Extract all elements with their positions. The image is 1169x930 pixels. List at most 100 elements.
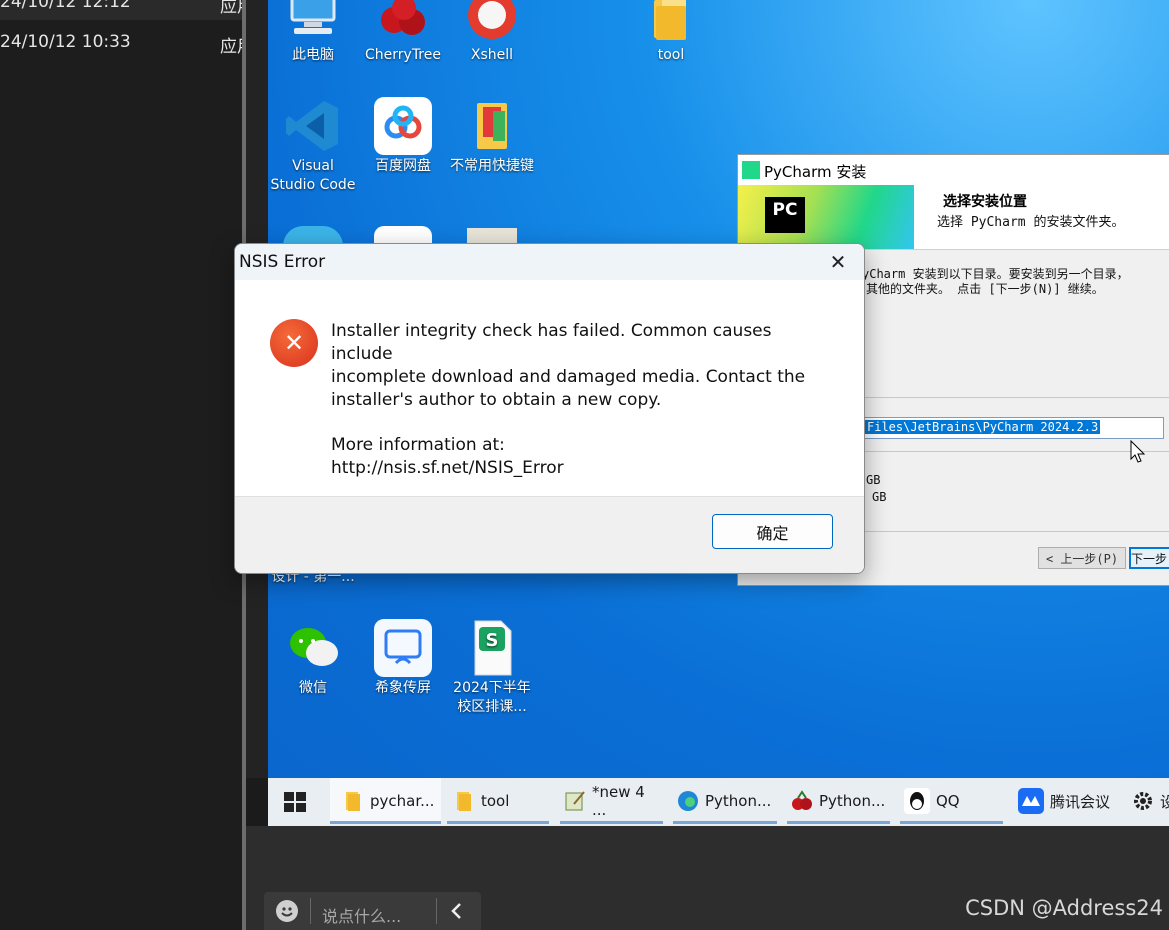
tencent-meeting-icon [1018,788,1044,814]
dialog-title: NSIS Error [239,252,326,272]
xshell-icon [463,0,521,44]
notepad-icon [564,790,586,812]
ok-button[interactable]: 确定 [712,514,833,549]
back-button[interactable]: < 上一步(P) [1038,547,1126,569]
qq-icon [904,788,930,814]
dialog-titlebar[interactable]: NSIS Error ✕ [235,244,864,280]
taskbar-item-label: Python... [705,792,772,810]
mouse-cursor-icon [1130,439,1146,468]
desktop-icon-shortcuts-folder[interactable]: 不常用快捷键 [447,97,537,176]
cherrytree-icon [791,790,813,812]
taskbar-item-label: tool [481,792,510,810]
desktop-icon-vscode[interactable]: Visual Studio Code [268,97,358,195]
desktop-icon-label: 百度网盘 [375,158,431,174]
window-title: PyCharm 安装 [764,163,867,181]
installer-subheading: 选择 PyCharm 的安装文件夹。 [937,215,1125,230]
wechat-icon [284,619,342,677]
list-item[interactable]: 24/10/12 10:33 应用 [0,26,254,60]
installer-heading: 选择安装位置 [943,194,1027,210]
error-message-line: incomplete download and damaged media. C… [331,367,806,387]
running-indicator [330,821,441,824]
running-indicator [560,821,663,824]
error-message: Installer integrity check has failed. Co… [331,320,831,480]
error-message-line: Installer integrity check has failed. Co… [331,321,772,364]
taskbar-item-cherrytree-python[interactable]: Python... [787,778,890,824]
folder-icon [453,790,475,812]
list-item-date: 24/10/12 10:33 [0,32,131,52]
install-path-input[interactable]: Files\JetBrains\PyCharm 2024.2.3 [862,417,1164,439]
running-indicator [900,821,1003,824]
taskbar-item-tencent-meeting[interactable]: 腾讯会议 [1014,778,1117,824]
folder-icon [642,0,700,44]
cherrytree-icon [374,0,432,44]
install-path-value: Files\JetBrains\PyCharm 2024.2.3 [865,420,1101,434]
taskbar-item-label: pychar... [370,792,435,810]
taskbar-item-label: Python... [819,792,886,810]
desktop-icon-schedule-sheet[interactable]: S 2024下半年校区排课... [447,619,537,717]
divider [436,898,437,924]
spreadsheet-icon: S [463,619,521,677]
taskbar-item-settings[interactable]: 设 [1128,778,1169,824]
left-panel [0,0,244,930]
running-indicator [673,821,777,824]
desktop-icon-tool[interactable]: tool [626,0,716,65]
pycharm-icon [742,161,760,179]
taskbar-item-label: 设 [1160,792,1169,811]
taskbar-item-tool-folder[interactable]: tool [447,778,549,824]
emoji-icon[interactable] [276,900,298,922]
comment-input[interactable]: 说点什么... [322,903,401,927]
edge-icon [677,790,699,812]
desktop-icon-baidu-netdisk[interactable]: 百度网盘 [358,97,448,176]
close-icon[interactable]: ✕ [823,248,853,276]
desktop-icon-label: 2024下半年校区排课... [453,680,531,715]
desktop-icon-xshell[interactable]: Xshell [447,0,537,65]
pycharm-logo: PC [765,197,805,233]
desktop-icon-wechat[interactable]: 微信 [268,619,358,698]
desktop-icon-label: 微信 [299,680,327,696]
desktop-icon-label: Xshell [470,47,514,63]
installer-body-text: 其他的文件夹。 点击 [下一步(N)] 继续。 [866,282,1104,296]
error-icon: ✕ [270,319,318,367]
more-info-label: More information at: [331,435,505,455]
desktop-icon-label: tool [657,47,685,63]
taskbar-item-label: QQ [936,792,960,810]
desktop-icon-label: 不常用快捷键 [450,158,534,174]
computer-icon [284,0,342,44]
list-item[interactable]: 24/10/12 12:12 应用 [0,0,254,20]
window-titlebar[interactable]: PyCharm 安装 [738,155,1169,185]
desktop-icon-label: 此电脑 [292,47,334,63]
desktop-icon-label: CherryTree [365,47,441,63]
baidu-netdisk-icon [374,97,432,155]
space-required: GB [866,473,881,487]
watermark: CSDN @Address24 [965,896,1163,920]
folder-icon [342,790,364,812]
taskbar-item-pycharm-folder[interactable]: pychar... [330,778,441,824]
nsis-error-dialog: NSIS Error ✕ ✕ Installer integrity check… [234,243,865,574]
running-indicator [787,821,890,824]
desktop-icon-this-pc[interactable]: 此电脑 [268,0,358,65]
taskbar-item-qq[interactable]: QQ [900,778,1003,824]
taskbar-item-notepad[interactable]: *new 4 ... [560,778,663,824]
comment-bar: 说点什么... [264,892,481,930]
desktop-icon-cast-screen[interactable]: 希象传屏 [358,619,448,698]
running-indicator [447,821,549,824]
next-button[interactable]: 下一步 [1129,547,1169,569]
taskbar-item-edge-python[interactable]: Python... [673,778,777,824]
divider [310,898,311,924]
taskbar-item-label: *new 4 ... [592,783,645,819]
desktop-icon-cherrytree[interactable]: CherryTree [358,0,448,65]
taskbar: pychar... tool *new 4 ... Python... Pyth… [268,778,1169,826]
error-message-line: installer's author to obtain a new copy. [331,390,662,410]
windows-start-icon[interactable] [284,792,306,816]
chevron-left-icon[interactable] [450,902,464,924]
settings-icon [1132,790,1154,812]
list-item-date: 24/10/12 12:12 [0,0,131,12]
nsis-error-link: http://nsis.sf.net/NSIS_Error [331,458,564,478]
vscode-icon [284,97,342,155]
folder-icon [463,97,521,155]
desktop-icon-label: 希象传屏 [375,680,431,696]
space-available: GB [872,490,887,504]
desktop-icon-label: Visual Studio Code [270,158,356,193]
svg-text:S: S [486,630,499,651]
